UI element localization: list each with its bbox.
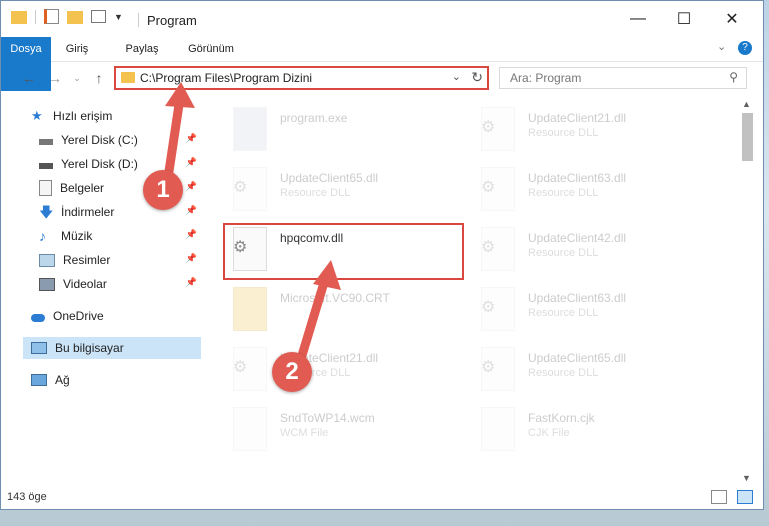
step-badge-1: 1 bbox=[143, 170, 183, 210]
step-badge-2: 2 bbox=[272, 352, 312, 392]
annotation-arrows bbox=[163, 82, 341, 367]
arrow-1 bbox=[163, 82, 195, 183]
arrow-2 bbox=[295, 260, 341, 367]
